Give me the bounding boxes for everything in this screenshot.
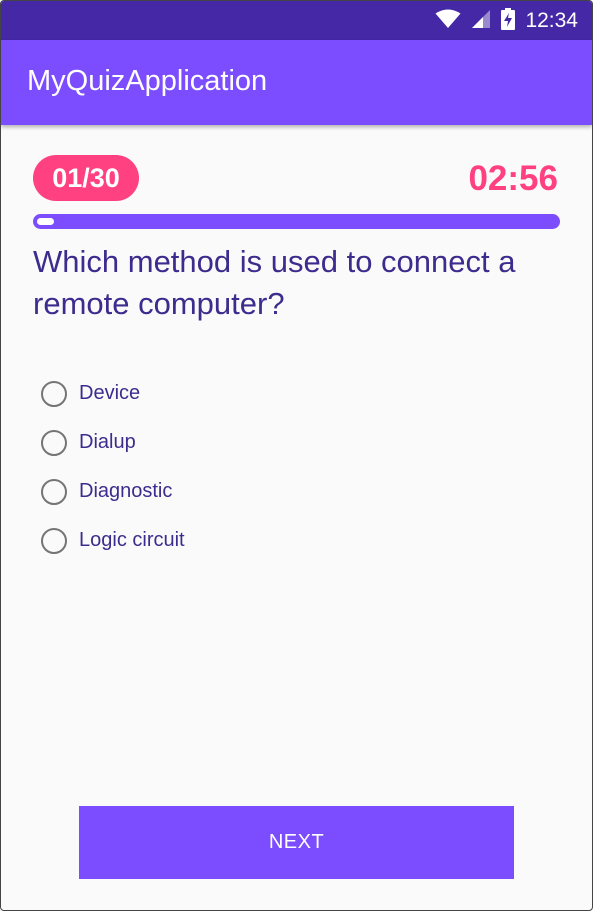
radio-button-icon[interactable] bbox=[41, 380, 67, 407]
question-counter-badge: 01/30 bbox=[33, 155, 139, 201]
app-title: MyQuizApplication bbox=[27, 65, 268, 97]
answer-option-label: Device bbox=[79, 382, 141, 404]
answer-option[interactable]: Logic circuit bbox=[41, 516, 185, 565]
answer-option[interactable]: Diagnostic bbox=[41, 467, 185, 516]
wifi-icon bbox=[435, 9, 461, 33]
countdown-timer: 02:56 bbox=[468, 159, 558, 198]
battery-charging-icon bbox=[501, 7, 516, 34]
status-icons: 12:34 bbox=[435, 1, 578, 40]
app-bar: MyQuizApplication bbox=[1, 40, 592, 125]
answer-option[interactable]: Device bbox=[41, 369, 185, 418]
radio-button-icon[interactable] bbox=[41, 478, 67, 505]
radio-button-icon[interactable] bbox=[41, 429, 67, 456]
quiz-progress-bar bbox=[33, 214, 560, 229]
app-screen: 12:34 MyQuizApplication 01/30 02:56 Whic… bbox=[0, 0, 593, 911]
answer-option[interactable]: Dialup bbox=[41, 418, 185, 467]
cell-signal-icon bbox=[471, 9, 491, 33]
answer-options: Device Dialup Diagnostic Logic circuit bbox=[41, 369, 185, 565]
quiz-progress-fill bbox=[37, 218, 55, 225]
status-bar: 12:34 bbox=[1, 1, 592, 40]
answer-option-label: Logic circuit bbox=[79, 529, 185, 551]
status-time: 12:34 bbox=[525, 8, 578, 32]
answer-option-label: Diagnostic bbox=[79, 480, 173, 502]
answer-option-label: Dialup bbox=[79, 431, 136, 453]
question-text: Which method is used to connect a remote… bbox=[33, 244, 516, 321]
radio-button-icon[interactable] bbox=[41, 527, 67, 554]
next-button[interactable]: NEXT bbox=[79, 806, 514, 879]
